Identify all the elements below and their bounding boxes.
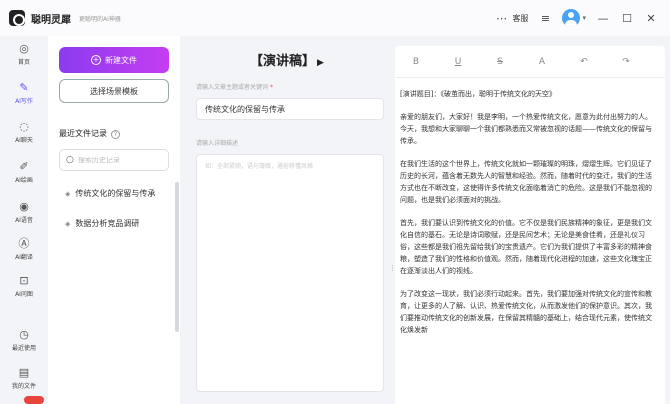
maximize-icon[interactable]: ☐	[620, 12, 634, 25]
document-icon: ◈	[65, 219, 71, 228]
title-bar-actions: ⋯ 客服 ≡ ▾ — ☐ ✕	[494, 0, 658, 36]
menu-icon[interactable]: ≡	[538, 12, 552, 25]
file-icon: ▤	[18, 366, 30, 379]
list-item-label: 传统文化的保留与传承	[75, 189, 156, 198]
underline-icon[interactable]: U	[437, 57, 479, 67]
customer-service-icon[interactable]: ⋯	[494, 12, 508, 25]
translate-icon: Ⓐ	[18, 237, 30, 250]
nav-item-label: AI聊天	[15, 137, 33, 144]
nav-item-label: AI绘画	[15, 177, 33, 184]
document-icon: ◈	[65, 189, 71, 198]
recent-files-heading: 最近文件记录?	[59, 128, 120, 139]
redo-icon[interactable]: ↷	[605, 57, 647, 67]
user-avatar[interactable]	[562, 9, 581, 27]
editor-content[interactable]: [演讲题目]：《破茧而出，聪明于传统文化的天空》 亲爱的朋友们，大家好！我是李明…	[395, 78, 665, 336]
recent-files-title: 最近文件记录	[59, 129, 107, 138]
chevron-down-icon[interactable]: ▾	[582, 14, 586, 22]
notification-badge	[24, 396, 44, 404]
speech-title-paragraph: [演讲题目]：《破茧而出，聪明于传统文化的天空》	[400, 90, 556, 98]
editor-toolbar: B U S A ↶ ↷	[395, 46, 665, 78]
description-input[interactable]	[196, 154, 384, 392]
new-file-label: 新建文件	[105, 55, 137, 65]
undo-icon[interactable]: ↶	[563, 57, 605, 67]
app-name: 聪明灵犀	[31, 14, 71, 26]
sidebar-nav: ◎ 首页 ✎ AI写作 ◌ AI聊天 ✐ AI绘画 ◉ AI语音 Ⓐ AI翻译 …	[0, 36, 48, 404]
document-type-label: 【演讲稿】	[250, 54, 316, 69]
app-slogan: 更聪明的AI神器	[79, 15, 121, 23]
app-window: 聪明灵犀 更聪明的AI神器 ⋯ 客服 ≡ ▾ — ☐ ✕ ◎ 首页 ✎ AI写作…	[0, 0, 670, 404]
nav-item-my-files[interactable]: ▤ 我的文件	[0, 366, 48, 390]
history-search-input[interactable]	[77, 156, 158, 164]
home-icon: ◎	[19, 42, 29, 55]
nav-item-label: 我的文件	[11, 383, 36, 390]
plus-icon: +	[91, 55, 101, 65]
strikethrough-icon[interactable]: S	[479, 57, 521, 67]
scrollbar[interactable]	[175, 182, 179, 332]
app-logo-icon	[9, 10, 25, 26]
nav-item-ai-chat[interactable]: ◌ AI聊天	[0, 120, 48, 144]
font-color-icon[interactable]: A	[521, 57, 563, 67]
list-item[interactable]: ◈ 传统文化的保留与传承	[65, 188, 155, 199]
search-icon: ○	[66, 155, 74, 165]
paragraph: 为了改变这一现状，我们必须行动起来。首先，我们要加强对传统文化的宣传和教育，让更…	[400, 290, 652, 334]
topic-input[interactable]	[196, 98, 384, 120]
document-type-title[interactable]: 【演讲稿】 ▶	[186, 50, 388, 69]
nav-item-ai-translate[interactable]: Ⓐ AI翻译	[0, 237, 48, 261]
nav-item-label: AI写作	[15, 98, 33, 105]
minimize-icon[interactable]: —	[596, 12, 610, 25]
history-search[interactable]: ○	[59, 149, 169, 171]
help-icon[interactable]: ?	[111, 130, 120, 139]
writing-form: 【演讲稿】▶ 请输入文章主题或者关键词 * 请输入详细描述	[186, 36, 388, 404]
nav-item-ai-image-question[interactable]: ⊡ AI问图	[0, 274, 48, 298]
chat-icon: ◌	[19, 120, 29, 133]
nav-item-label: 最近使用	[11, 345, 36, 352]
new-file-button[interactable]: + 新建文件	[59, 47, 169, 73]
brush-icon: ✐	[19, 160, 29, 173]
title-bar: 聪明灵犀 更聪明的AI神器 ⋯ 客服 ≡ ▾ — ☐ ✕	[0, 0, 670, 36]
document-editor: B U S A ↶ ↷ [演讲题目]：《破茧而出，聪明于传统文化的天空》 亲爱的…	[395, 46, 665, 404]
list-item-label: 数据分析竞品调研	[75, 219, 140, 228]
voice-icon: ◉	[19, 200, 29, 213]
file-panel: + 新建文件 选择场景模板 最近文件记录? ○ ◈ 传统文化的保留与传承 ◈ 数…	[48, 36, 180, 404]
nav-item-label: AI翻译	[15, 254, 33, 261]
nav-item-ai-voice[interactable]: ◉ AI语音	[0, 200, 48, 224]
select-template-button[interactable]: 选择场景模板	[59, 79, 169, 103]
clock-icon: ◷	[19, 328, 29, 341]
nav-item-ai-painting[interactable]: ✐ AI绘画	[0, 160, 48, 184]
nav-item-label: AI语音	[15, 217, 33, 224]
nav-item-recent[interactable]: ◷ 最近使用	[0, 328, 48, 352]
topic-label: 请输入文章主题或者关键词 *	[196, 82, 273, 91]
play-icon[interactable]: ▶	[317, 58, 324, 68]
close-icon[interactable]: ✕	[644, 12, 658, 25]
pen-icon: ✎	[19, 81, 29, 94]
nav-item-label: AI问图	[15, 291, 33, 298]
nav-item-home[interactable]: ◎ 首页	[0, 42, 48, 66]
paragraph: 首先，我们要认识到传统文化的价值。它不仅是我们民族精神的象征，更是我们文化自信的…	[400, 219, 652, 275]
required-marker: *	[269, 84, 273, 91]
nav-item-label: 首页	[17, 59, 30, 66]
list-item[interactable]: ◈ 数据分析竞品调研	[65, 218, 139, 229]
nav-item-ai-writing[interactable]: ✎ AI写作	[0, 81, 48, 105]
paragraph: 在我们生活的这个世界上，传统文化就如一颗璀璨的明珠，熠熠生辉。它们见证了历史的长…	[400, 160, 652, 204]
bold-icon[interactable]: B	[395, 57, 437, 67]
image-question-icon: ⊡	[19, 274, 29, 287]
paragraph: 亲爱的朋友们，大家好！我是李明，一个热爱传统文化，愿意为此付出努力的人。今天，我…	[400, 113, 652, 145]
description-label: 请输入详细描述	[196, 140, 239, 147]
topic-label-text: 请输入文章主题或者关键词	[196, 84, 269, 91]
customer-service-label[interactable]: 客服	[512, 13, 528, 24]
